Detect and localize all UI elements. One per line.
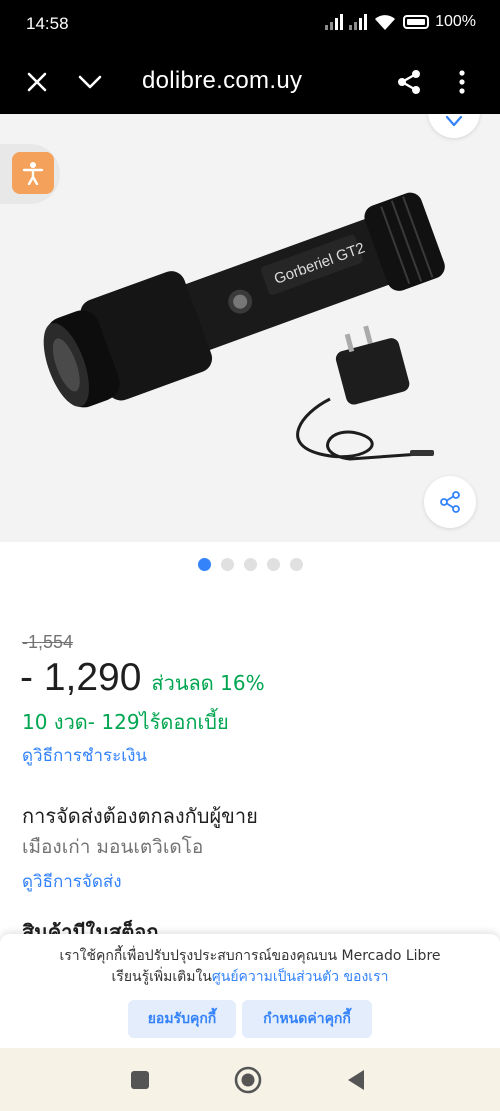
share-icon [440, 491, 460, 513]
carousel-dot[interactable] [289, 558, 303, 571]
cookie-settings-button[interactable]: กำหนดค่าคุกกี้ [242, 1000, 372, 1038]
wifi-icon [375, 15, 396, 30]
cookie-learn-more-text: เรียนรู้เพิ่มเติมใน [111, 969, 212, 985]
privacy-center-link[interactable]: ศูนย์ความเป็นส่วนตัว ของเรา [212, 969, 389, 985]
shipping-title: การจัดส่งต้องตกลงกับผู้ขาย [22, 804, 258, 828]
home-circle-icon [234, 1066, 262, 1094]
recents-button[interactable] [122, 1062, 158, 1098]
current-price: - 1,290 [20, 656, 142, 699]
carousel-indicator [0, 558, 500, 571]
close-tab-button[interactable] [17, 62, 57, 102]
cookie-message: เราใช้คุกกี้เพื่อปรับปรุงประสบการณ์ของคุ… [0, 946, 500, 988]
discount-badge: ส่วนลด 16% [151, 671, 265, 695]
product-gallery[interactable]: Gorberiel GT2 [0, 114, 500, 542]
accept-cookies-button[interactable]: ยอมรับคุกกี้ [128, 1000, 236, 1038]
collapse-button[interactable] [70, 62, 110, 102]
shipping-methods-link[interactable]: ดูวิธีการจัดส่ง [22, 868, 122, 895]
carousel-dot[interactable] [243, 558, 257, 571]
back-button[interactable] [338, 1062, 374, 1098]
price-row: - 1,290 ส่วนลด 16% [20, 656, 265, 700]
installments-text: 10 งวด- 129ไร้ดอกเบี้ย [22, 710, 229, 734]
favorite-button[interactable] [428, 114, 480, 138]
payment-methods-link[interactable]: ดูวิธีการชำระเงิน [22, 742, 147, 769]
more-options-button[interactable] [442, 62, 482, 102]
carousel-dot[interactable] [266, 558, 280, 571]
share-icon [398, 70, 420, 94]
share-product-button[interactable] [424, 476, 476, 528]
recents-square-icon [131, 1071, 149, 1089]
cookie-message-line1: เราใช้คุกกี้เพื่อปรับปรุงประสบการณ์ของคุ… [59, 948, 441, 964]
share-page-button[interactable] [389, 62, 429, 102]
battery-percent: 100% [435, 13, 476, 30]
shipping-location: เมืองเก่า มอนเตวิเดโอ [22, 836, 204, 858]
heart-icon [445, 115, 463, 127]
signal-icon [349, 14, 368, 30]
status-bar: 14:58 100% [0, 0, 500, 50]
close-icon [27, 72, 47, 92]
browser-toolbar: dolibre.com.uy [0, 50, 500, 114]
back-triangle-icon [348, 1070, 364, 1090]
home-button[interactable] [230, 1062, 266, 1098]
original-price: -1,554 [22, 632, 74, 652]
product-image: Gorberiel GT2 [43, 192, 445, 461]
carousel-dot[interactable] [197, 558, 211, 571]
carousel-dot[interactable] [220, 558, 234, 571]
status-icons: 100% [325, 13, 476, 31]
battery-icon [403, 15, 430, 29]
cookie-banner: เราใช้คุกกี้เพื่อปรับปรุงประสบการณ์ของคุ… [0, 934, 500, 1048]
chevron-down-icon [78, 75, 102, 89]
status-time: 14:58 [26, 14, 69, 33]
signal-icon [325, 14, 344, 30]
more-vert-icon [459, 70, 465, 94]
cookie-message-line2: เรียนรู้เพิ่มเติมในศูนย์ความเป็นส่วนตัว … [0, 967, 500, 988]
url-text[interactable]: dolibre.com.uy [142, 67, 302, 95]
system-navigation-bar [0, 1048, 500, 1111]
